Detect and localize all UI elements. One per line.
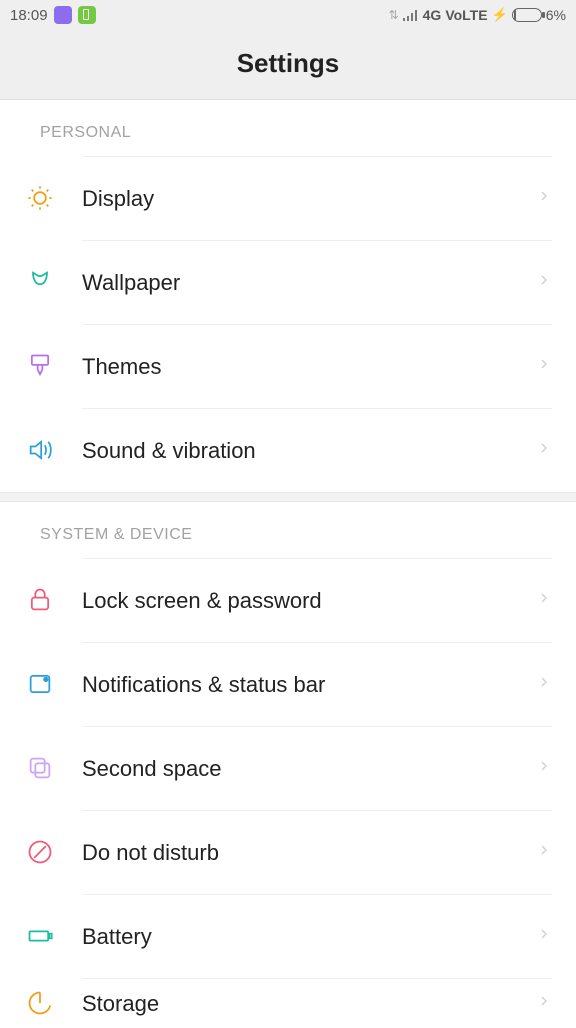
chevron-right-icon — [536, 758, 552, 779]
settings-item-label: Battery — [82, 924, 152, 950]
battery-percent: 6% — [546, 7, 566, 23]
tulip-icon — [24, 266, 56, 298]
status-bar: 18:09 ⇅ 4G VoLTE ⚡ 6% — [0, 0, 576, 30]
settings-item-display[interactable]: Display — [0, 156, 576, 240]
chevron-right-icon — [536, 674, 552, 695]
chevron-right-icon — [536, 188, 552, 209]
settings-item-sound[interactable]: Sound & vibration — [0, 408, 576, 492]
settings-item-label: Second space — [82, 756, 221, 782]
settings-item-notifications[interactable]: Notifications & status bar — [0, 642, 576, 726]
do-not-disturb-icon — [24, 836, 56, 868]
settings-item-label: Themes — [82, 354, 161, 380]
settings-item-lock-screen[interactable]: Lock screen & password — [0, 558, 576, 642]
settings-item-dnd[interactable]: Do not disturb — [0, 810, 576, 894]
brush-icon — [24, 350, 56, 382]
data-arrows-icon: ⇅ — [389, 8, 399, 22]
chevron-right-icon — [536, 842, 552, 863]
settings-item-label: Sound & vibration — [82, 438, 256, 464]
battery-icon — [512, 8, 542, 22]
charging-icon: ⚡ — [492, 7, 508, 23]
network-type: 4G — [423, 7, 442, 23]
settings-item-storage[interactable]: Storage — [0, 978, 576, 1028]
section-label-system: SYSTEM & DEVICE — [0, 502, 576, 558]
settings-item-themes[interactable]: Themes — [0, 324, 576, 408]
lock-icon — [24, 584, 56, 616]
volte-label: VoLTE — [445, 7, 487, 23]
settings-item-label: Notifications & status bar — [82, 672, 325, 698]
signal-icon — [403, 9, 419, 21]
status-battery-app-icon — [78, 6, 96, 24]
settings-item-label: Storage — [82, 991, 159, 1017]
settings-item-label: Lock screen & password — [82, 588, 322, 614]
chevron-right-icon — [536, 993, 552, 1014]
page-title: Settings — [0, 48, 576, 79]
speaker-icon — [24, 434, 56, 466]
chevron-right-icon — [536, 356, 552, 377]
battery-settings-icon — [24, 920, 56, 952]
page-header: Settings — [0, 30, 576, 100]
section-label-personal: PERSONAL — [0, 100, 576, 156]
personal-list: Display Wallpaper Themes — [0, 156, 576, 492]
storage-icon — [24, 987, 56, 1019]
system-list: Lock screen & password Notifications & s… — [0, 558, 576, 1028]
settings-item-label: Display — [82, 186, 154, 212]
settings-item-second-space[interactable]: Second space — [0, 726, 576, 810]
chevron-right-icon — [536, 590, 552, 611]
sun-icon — [24, 182, 56, 214]
second-space-icon — [24, 752, 56, 784]
settings-item-label: Wallpaper — [82, 270, 180, 296]
settings-item-wallpaper[interactable]: Wallpaper — [0, 240, 576, 324]
status-time: 18:09 — [10, 7, 48, 24]
settings-item-label: Do not disturb — [82, 840, 219, 866]
chevron-right-icon — [536, 440, 552, 461]
status-app-icon — [54, 6, 72, 24]
chevron-right-icon — [536, 272, 552, 293]
chevron-right-icon — [536, 926, 552, 947]
notification-bar-icon — [24, 668, 56, 700]
settings-item-battery[interactable]: Battery — [0, 894, 576, 978]
